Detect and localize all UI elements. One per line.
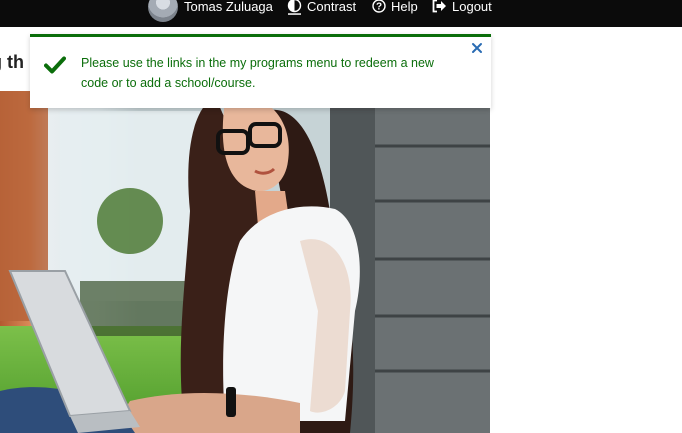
page-title: g th — [0, 52, 24, 72]
success-alert: Please use the links in the my programs … — [30, 34, 491, 108]
svg-text:?: ? — [376, 2, 382, 13]
check-icon — [44, 56, 66, 74]
avatar[interactable] — [148, 0, 178, 22]
logout-link[interactable]: Logout — [431, 0, 492, 18]
close-alert-button[interactable] — [470, 41, 484, 55]
hero-image — [0, 91, 490, 433]
hero-photo — [0, 91, 490, 433]
help-label: Help — [391, 0, 418, 14]
top-navigation-bar: Tomas Zuluaga Contrast ? Help Logout — [0, 0, 682, 27]
logout-icon — [432, 0, 446, 13]
contrast-toggle[interactable]: Contrast — [287, 0, 356, 18]
help-link[interactable]: ? Help — [372, 0, 418, 18]
close-icon — [472, 43, 482, 53]
contrast-label: Contrast — [307, 0, 357, 14]
contrast-icon — [287, 0, 302, 15]
help-icon: ? — [372, 0, 386, 13]
logout-label: Logout — [452, 0, 492, 14]
user-name[interactable]: Tomas Zuluaga — [184, 0, 273, 13]
alert-message: Please use the links in the my programs … — [81, 56, 434, 90]
